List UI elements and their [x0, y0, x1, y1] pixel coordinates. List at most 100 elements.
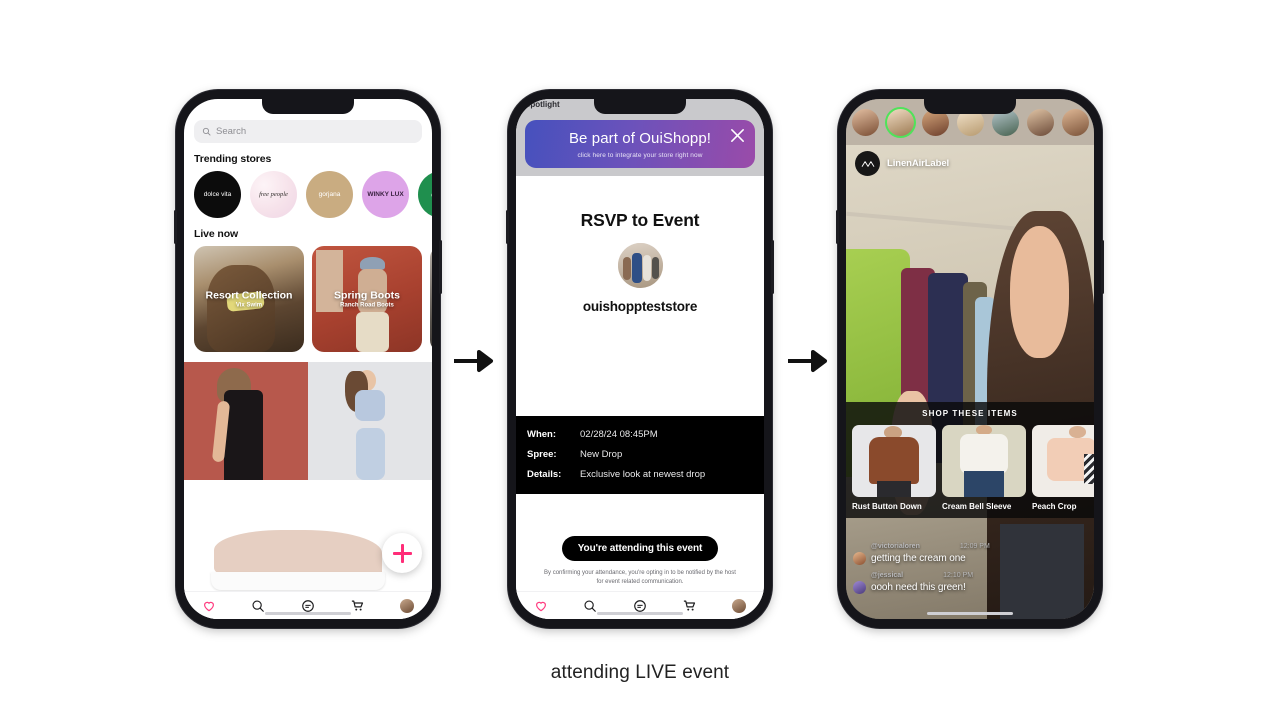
story-avatar[interactable] — [850, 106, 881, 138]
detail-key: Details: — [527, 468, 562, 480]
store-name: aerie — [428, 189, 432, 201]
live-now-title: Live now — [194, 228, 239, 240]
tab-profile[interactable] — [398, 597, 416, 615]
chat-username: @jessical — [871, 572, 904, 579]
avatar-icon — [400, 598, 415, 613]
live-now-row[interactable]: Resort Collection Vix Swim Spring Boots … — [184, 246, 432, 352]
attending-status-button[interactable]: You're attending this event — [561, 535, 719, 561]
product-name: Rust Button Down — [852, 502, 922, 511]
heart-icon — [535, 601, 546, 611]
wave-logo-icon — [861, 160, 874, 167]
banner-title: Be part of OuiShopp! — [568, 130, 712, 147]
store-chip-aerie[interactable]: aerie — [418, 171, 432, 218]
tab-profile[interactable] — [730, 597, 748, 615]
live-card-resort-collection[interactable]: Resort Collection Vix Swim — [194, 246, 304, 352]
chat-avatar — [853, 581, 866, 594]
slide-canvas: Search Trending stores dolce vita free p… — [0, 0, 1280, 720]
story-avatar[interactable] — [1060, 106, 1091, 138]
product-card[interactable]: Rust Button Down — [852, 425, 936, 511]
rsvp-block: RSVP to Event ouishoppteststore — [516, 176, 764, 416]
store-chip-winky-lux[interactable]: WINKY LUX — [362, 171, 409, 218]
store-chip-dolce-vita[interactable]: dolce vita — [194, 171, 241, 218]
avatar — [852, 108, 879, 136]
search-icon — [584, 599, 597, 612]
detail-value: New Drop — [580, 448, 623, 460]
chat-timestamp: 12:10 PM — [943, 572, 974, 579]
product-card[interactable]: Cream Bell Sleeve — [942, 425, 1026, 511]
banner-area: Be part of OuiShopp! click here to integ… — [516, 114, 764, 176]
chat-body: getting the cream one — [853, 552, 1053, 565]
feed-grid[interactable] — [184, 362, 432, 480]
live-icon — [302, 599, 314, 612]
story-avatar-live[interactable] — [885, 106, 916, 138]
close-icon[interactable] — [729, 127, 746, 144]
shop-header: SHOP THESE ITEMS — [922, 409, 1018, 418]
product-image — [942, 425, 1026, 497]
host-avatar[interactable] — [617, 243, 663, 288]
live-card-subtitle: Ranch Road Boots — [340, 302, 394, 309]
cart-icon — [683, 600, 696, 611]
product-card[interactable]: Peach Crop — [1032, 425, 1094, 511]
avatar — [1062, 108, 1089, 136]
store-name: dolce vita — [203, 190, 232, 198]
product-name: Peach Crop — [1032, 502, 1077, 511]
tab-cart[interactable] — [349, 597, 367, 615]
tab-cart[interactable] — [681, 597, 699, 615]
phone1-notch — [262, 99, 354, 114]
live-card-next[interactable] — [430, 246, 432, 352]
rsvp-fineprint: By confirming your attendance, you're op… — [544, 569, 736, 586]
add-button[interactable] — [382, 533, 422, 573]
phone-mockup-rsvp: Spotlight Be part of OuiShopp! click her… — [506, 90, 774, 628]
live-card-title: Spring Boots — [334, 289, 400, 302]
phone2-screen: Spotlight Be part of OuiShopp! click her… — [516, 99, 764, 619]
live-card-subtitle: Vix Swim — [235, 302, 263, 309]
product-carousel[interactable]: Rust Button Down Cream Bell Sleeve Peach… — [846, 418, 1094, 511]
status-text: Spotlight — [525, 100, 560, 109]
phone-mockup-discovery: Search Trending stores dolce vita free p… — [174, 90, 442, 628]
store-chip-free-people[interactable]: free people — [250, 171, 297, 218]
shop-these-items-panel: SHOP THESE ITEMS Rust Button Down Cream … — [846, 402, 1094, 518]
tab-heart[interactable] — [532, 597, 550, 615]
search-icon — [202, 127, 211, 136]
live-card-caption: Resort Collection Vix Swim — [194, 290, 304, 309]
chat-timestamp: 12:09 PM — [959, 543, 990, 550]
tab-heart[interactable] — [200, 597, 218, 615]
detail-value: Exclusive look at newest drop — [580, 468, 706, 480]
phone1-screen: Search Trending stores dolce vita free p… — [184, 99, 432, 619]
trending-stores-title: Trending stores — [194, 153, 272, 165]
chat-message: @jessical 12:10 PM oooh need this green! — [853, 572, 1053, 594]
detail-row-details: Details: Exclusive look at newest drop — [527, 469, 753, 480]
plus-icon — [392, 543, 412, 563]
home-indicator — [597, 612, 683, 615]
phone-mockup-live: LinenAirLabel SHOP THESE ITEMS Rust Butt… — [836, 90, 1104, 628]
live-card-caption: Spring Boots Ranch Road Boots — [312, 290, 422, 309]
trending-stores-row[interactable]: dolce vita free people gorjana WINKY LUX… — [184, 171, 432, 218]
avatar-icon — [732, 598, 747, 613]
product-image — [852, 425, 936, 497]
search-placeholder: Search — [216, 126, 247, 137]
feed-tile-dress[interactable] — [184, 362, 308, 480]
store-chip-gorjana[interactable]: gorjana — [306, 171, 353, 218]
store-name: WINKY LUX — [367, 190, 404, 198]
banner-subtitle: click here to integrate your store right… — [577, 152, 703, 159]
product-image — [1032, 425, 1094, 497]
integrate-store-banner[interactable]: Be part of OuiShopp! click here to integ… — [525, 120, 755, 168]
chat-username: @victorialoren — [871, 543, 920, 550]
live-host-bar[interactable]: LinenAirLabel — [855, 151, 949, 176]
feed-tile-activewear[interactable] — [308, 362, 432, 480]
live-host-name: LinenAirLabel — [887, 158, 950, 169]
store-name: gorjana — [318, 190, 341, 198]
live-card-spring-boots[interactable]: Spring Boots Ranch Road Boots — [312, 246, 422, 352]
chat-message: @victorialoren 12:09 PM getting the crea… — [853, 543, 1053, 565]
detail-row-when: When: 02/28/24 08:45PM — [527, 429, 753, 440]
chat-meta: @jessical 12:10 PM — [853, 572, 1053, 579]
home-indicator — [927, 612, 1013, 615]
story-avatar[interactable] — [1025, 106, 1056, 138]
flow-arrow-2 — [786, 348, 828, 374]
search-input[interactable]: Search — [194, 120, 422, 143]
live-card-title: Resort Collection — [205, 289, 293, 302]
search-icon — [252, 599, 265, 612]
detail-key: Spree: — [527, 448, 557, 460]
product-name: Cream Bell Sleeve — [942, 502, 1012, 511]
phone3-notch — [924, 99, 1016, 114]
